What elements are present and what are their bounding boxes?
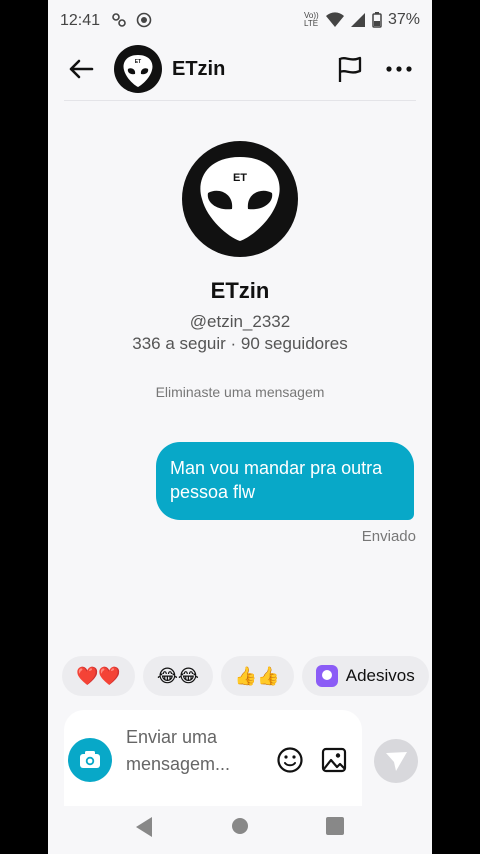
stickers-label: Adesivos	[345, 666, 415, 685]
wifi-icon	[325, 12, 344, 27]
signal-icon	[350, 13, 365, 27]
nav-home-icon[interactable]	[232, 818, 248, 834]
alien-icon: ET	[123, 55, 153, 87]
quick-reactions: ❤️❤️ 😂😂 👍👍 Adesivos	[62, 656, 429, 696]
network-label: Vo)) LTE	[303, 11, 319, 28]
send-button[interactable]	[374, 739, 418, 783]
status-time: 12:41	[60, 12, 101, 29]
reaction-thumbs[interactable]: 👍👍	[220, 656, 294, 696]
chat-screen: 12:41 Vo)) LTE 37% ET ETzin ET ETzin @et…	[48, 0, 432, 854]
camera-icon	[80, 751, 100, 768]
profile-avatar[interactable]: ET	[182, 141, 298, 257]
flag-icon[interactable]	[336, 54, 364, 84]
sent-message-bubble[interactable]: Man vou mandar pra outra pessoa flw	[156, 442, 414, 520]
sticker-icon	[315, 665, 338, 687]
reaction-laugh[interactable]: 😂😂	[142, 656, 213, 696]
battery-percent: 37%	[387, 11, 420, 28]
back-arrow-icon[interactable]	[66, 54, 96, 84]
record-icon	[136, 12, 152, 28]
avatar[interactable]: ET	[114, 45, 162, 93]
send-icon	[386, 752, 407, 771]
nav-back-icon[interactable]	[134, 816, 154, 838]
message-status: Enviado	[361, 528, 416, 545]
link-icon	[112, 13, 126, 27]
nav-recent-icon[interactable]	[326, 817, 344, 835]
camera-button[interactable]	[68, 738, 112, 782]
gallery-icon[interactable]	[320, 746, 348, 774]
profile-stats: 336 a seguir · 90 seguidores	[132, 334, 348, 353]
profile-name: ETzin	[210, 278, 270, 303]
battery-icon	[372, 12, 382, 28]
reaction-hearts[interactable]: ❤️❤️	[62, 656, 135, 696]
status-notification-icons	[112, 12, 152, 28]
avatar-text: ET	[233, 172, 247, 184]
header-divider	[64, 100, 416, 101]
header-username[interactable]: ETzin	[172, 58, 225, 81]
system-nav-bar	[48, 790, 432, 854]
emoji-icon[interactable]	[276, 746, 304, 774]
chat-header: ET ETzin	[48, 42, 432, 98]
stickers-chip[interactable]: Adesivos	[301, 656, 429, 696]
alien-icon: ET	[200, 157, 280, 241]
system-message: Eliminaste uma mensagem	[155, 384, 325, 400]
message-input[interactable]: Enviar uma mensagem...	[126, 724, 256, 778]
status-bar: 12:41 Vo)) LTE 37%	[48, 0, 432, 42]
status-right: Vo)) LTE 37%	[304, 11, 420, 29]
more-icon[interactable]	[384, 56, 414, 82]
header-avatar-text: ET	[135, 59, 141, 65]
profile-handle: @etzin_2332	[189, 312, 291, 331]
